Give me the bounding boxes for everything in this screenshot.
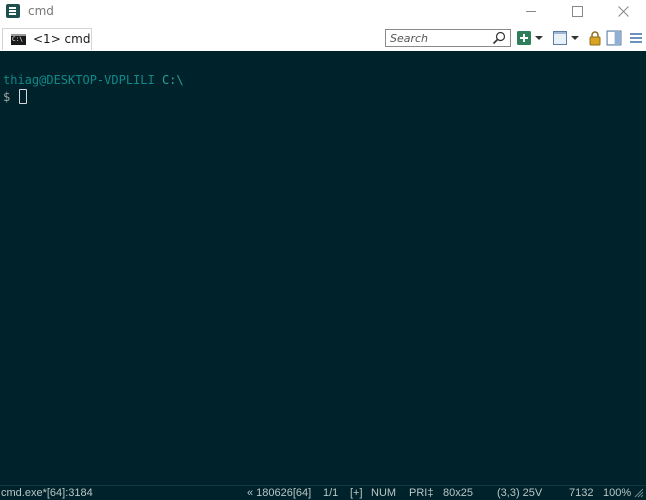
input-line: $ xyxy=(3,89,10,105)
status-session[interactable]: « 180626[64] xyxy=(247,486,311,500)
close-icon xyxy=(618,6,629,17)
prompt-path: C:\ xyxy=(161,73,184,87)
hamburger-menu-icon[interactable] xyxy=(628,30,644,46)
status-cursor-position[interactable]: (3,3) 25V xyxy=(497,486,542,500)
status-bar: cmd.exe*[64]:3184 « 180626[64] 1/1 [+] N… xyxy=(0,485,646,500)
resize-grip-icon[interactable] xyxy=(634,488,644,498)
search-box[interactable] xyxy=(385,29,511,47)
title-bar[interactable]: cmd xyxy=(0,0,646,24)
status-process[interactable]: cmd.exe*[64]:3184 xyxy=(1,486,93,500)
maximize-button[interactable] xyxy=(554,0,600,24)
console-icon xyxy=(11,34,26,45)
status-plus[interactable]: [+] xyxy=(350,486,363,500)
split-view-icon[interactable] xyxy=(606,30,622,46)
search-input[interactable] xyxy=(386,30,490,46)
prompt-user-host: thiag@DESKTOP-VDPLILI xyxy=(3,73,155,87)
minimize-button[interactable] xyxy=(508,0,554,24)
status-console-size[interactable]: 80x25 xyxy=(443,486,473,500)
close-button[interactable] xyxy=(600,0,646,24)
status-num-lock[interactable]: NUM xyxy=(371,486,396,500)
dropdown-arrow-icon[interactable] xyxy=(534,30,544,46)
status-priority[interactable]: PRI‡ xyxy=(409,486,433,500)
tab-label: <1> cmd xyxy=(33,32,91,46)
console-area[interactable]: thiag@DESKTOP-VDPLILI C:\ $ xyxy=(0,51,646,485)
tab-bar: <1> cmd xyxy=(0,24,646,51)
conemu-window: cmd <1> cmd xyxy=(0,0,646,500)
new-console-icon[interactable] xyxy=(516,30,532,46)
view-icon[interactable] xyxy=(552,30,568,46)
status-zoom[interactable]: 100% xyxy=(603,486,631,500)
status-pane[interactable]: 1/1 xyxy=(323,486,338,500)
search-icon[interactable] xyxy=(492,31,506,45)
tab-cmd[interactable]: <1> cmd xyxy=(2,28,92,50)
text-cursor xyxy=(19,89,27,104)
dropdown-arrow-icon[interactable] xyxy=(570,30,580,46)
status-pid[interactable]: 7132 xyxy=(569,486,593,500)
window-title: cmd xyxy=(28,4,54,18)
lock-icon[interactable] xyxy=(587,30,603,46)
prompt-line: thiag@DESKTOP-VDPLILI C:\ xyxy=(3,72,184,88)
prompt-symbol: $ xyxy=(3,90,11,104)
app-icon[interactable] xyxy=(6,4,20,18)
